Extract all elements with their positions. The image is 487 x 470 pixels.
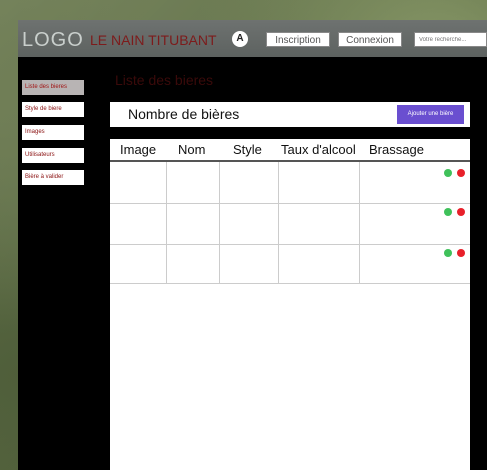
- approve-icon[interactable]: [444, 249, 452, 257]
- table-row: [110, 283, 470, 284]
- column-header-image[interactable]: Image: [120, 142, 156, 157]
- approve-icon[interactable]: [444, 208, 452, 216]
- reject-icon[interactable]: [457, 169, 465, 177]
- login-button[interactable]: Connexion: [338, 32, 402, 47]
- sidebar-item-beer-to-validate[interactable]: Bière à valider: [22, 170, 84, 185]
- site-name[interactable]: LE NAIN TITUBANT: [90, 32, 217, 48]
- table-row: [110, 244, 470, 245]
- column-header-name[interactable]: Nom: [178, 142, 205, 157]
- approve-icon[interactable]: [444, 169, 452, 177]
- column-divider: [166, 162, 167, 283]
- table-header: Image Nom Style Taux d'alcool Brassage: [110, 139, 470, 162]
- avatar[interactable]: A: [232, 31, 248, 47]
- beer-count-label: Nombre de bières: [128, 106, 240, 122]
- column-divider: [278, 162, 279, 283]
- search-input[interactable]: [414, 32, 487, 47]
- beer-table: Image Nom Style Taux d'alcool Brassage: [110, 139, 470, 470]
- column-header-brewing[interactable]: Brassage: [369, 142, 424, 157]
- add-beer-button[interactable]: Ajouter une bière: [397, 105, 464, 124]
- sidebar-item-beer-style[interactable]: Style de biere: [22, 102, 84, 117]
- column-header-alcohol[interactable]: Taux d'alcool: [281, 142, 356, 157]
- column-divider: [359, 162, 360, 283]
- column-header-style[interactable]: Style: [233, 142, 262, 157]
- logo: LOGO: [22, 29, 84, 51]
- table-row: [110, 203, 470, 204]
- reject-icon[interactable]: [457, 208, 465, 216]
- sidebar-item-beer-list[interactable]: Liste des bieres: [22, 80, 84, 95]
- sidebar-item-users[interactable]: Utilisateurs: [22, 148, 84, 163]
- page-title: Liste des bieres: [115, 72, 214, 88]
- beer-count-bar: Nombre de bières Ajouter une bière: [110, 102, 470, 127]
- top-header: LOGO LE NAIN TITUBANT A Inscription Conn…: [18, 20, 487, 57]
- sidebar-item-images[interactable]: Images: [22, 125, 84, 140]
- reject-icon[interactable]: [457, 249, 465, 257]
- column-divider: [219, 162, 220, 283]
- register-button[interactable]: Inscription: [266, 32, 330, 47]
